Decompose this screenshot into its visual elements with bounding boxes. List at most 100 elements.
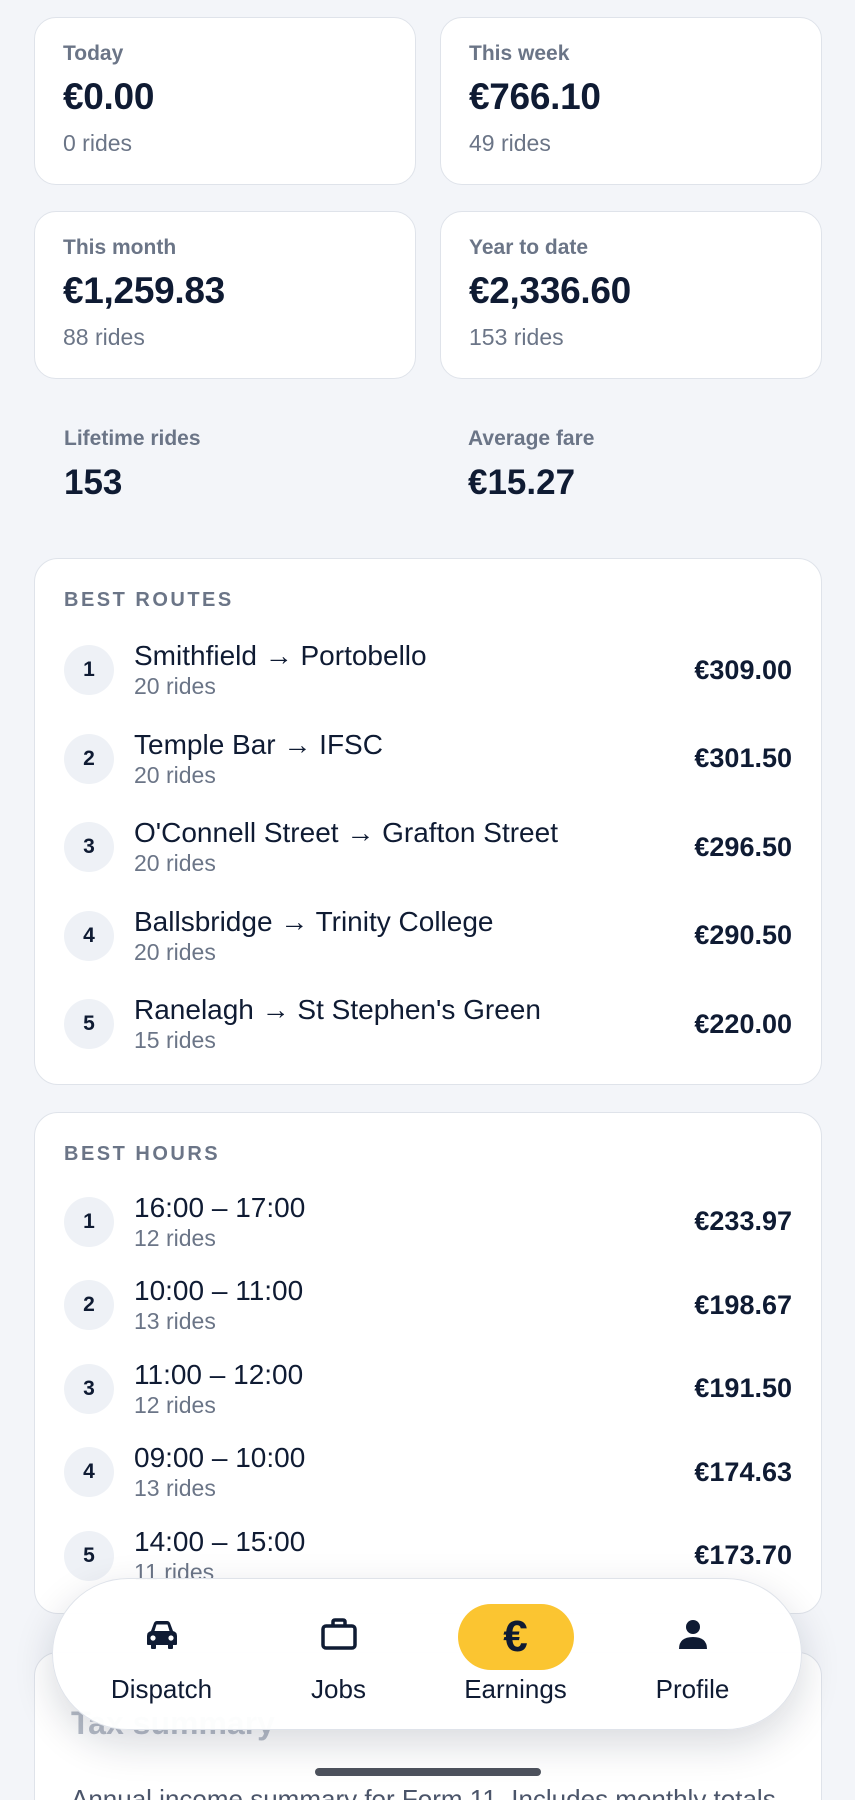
inline-value: €15.27	[468, 463, 576, 502]
stat-label: Today	[63, 42, 124, 65]
panel-title: BEST ROUTES	[64, 589, 234, 611]
stats-row-1: Today €0.00 0 rides This week €766.10 49…	[34, 17, 822, 185]
inline-stats: Lifetime rides 153 Average fare €15.27	[64, 427, 824, 503]
rank-badge: 4	[64, 910, 114, 961]
rank-rides: 13 rides	[134, 1475, 216, 1502]
route-row: 1 Smithfield → Portobello 20 rides €309.00	[64, 626, 792, 715]
rank-rides: 20 rides	[134, 673, 216, 700]
hour-row: 3 11:00 – 12:00 12 rides €191.50	[64, 1347, 792, 1431]
best-routes-list: 1 Smithfield → Portobello 20 rides €309.00 2…	[64, 626, 792, 1069]
rank-amount: €290.50	[694, 920, 792, 951]
stat-value: €766.10	[469, 76, 601, 117]
rank-rides: 13 rides	[134, 1308, 216, 1335]
best-routes-panel: BEST ROUTES 1 Smithfield → Portobello 20 r…	[34, 558, 822, 1085]
rank-badge: 3	[64, 822, 114, 873]
nav-item-jobs[interactable]: Jobs	[264, 1604, 414, 1705]
rank-title: 14:00 – 15:00	[134, 1525, 306, 1557]
stat-rides: 49 rides	[469, 130, 551, 156]
inline-label: Average fare	[468, 427, 595, 450]
rank-rides: 12 rides	[134, 1391, 216, 1418]
rank-text: 09:00 – 10:00 13 rides	[134, 1442, 694, 1502]
car-icon	[144, 1618, 180, 1655]
rank-badge: 2	[64, 733, 114, 784]
nav-label: Jobs	[311, 1673, 366, 1704]
stat-rides: 88 rides	[63, 324, 145, 350]
rank-amount: €173.70	[694, 1540, 792, 1571]
rank-badge: 1	[64, 645, 114, 696]
rank-badge: 5	[64, 999, 114, 1050]
rank-amount: €220.00	[694, 1008, 792, 1039]
panel-title: BEST HOURS	[64, 1143, 221, 1165]
rank-title: 11:00 – 12:00	[134, 1358, 304, 1390]
rank-rides: 20 rides	[134, 938, 216, 965]
stat-label: This month	[63, 236, 177, 259]
rank-title: Smithfield → Portobello	[134, 640, 427, 672]
rank-badge: 2	[64, 1280, 114, 1331]
inline-label: Lifetime rides	[64, 427, 201, 450]
rank-title: 16:00 – 17:00	[134, 1191, 306, 1223]
route-row: 4 Ballsbridge → Trinity College 20 rides €2…	[64, 892, 792, 981]
rank-badge: 1	[64, 1196, 114, 1247]
rank-title: O'Connell Street → Grafton Street	[134, 817, 558, 849]
bottom-nav: Dispatch Jobs € Earnings Profile	[52, 1578, 802, 1730]
stat-label: This week	[469, 42, 570, 65]
person-icon	[677, 1618, 709, 1655]
best-hours-panel: BEST HOURS 1 16:00 – 17:00 12 rides €233.97…	[34, 1112, 822, 1614]
stat-value: €0.00	[63, 76, 155, 117]
home-indicator	[315, 1768, 541, 1776]
rank-text: 10:00 – 11:00 13 rides	[134, 1275, 694, 1335]
rank-text: 14:00 – 15:00 11 rides	[134, 1526, 694, 1586]
best-hours-list: 1 16:00 – 17:00 12 rides €233.97 2 10:00 – 11…	[64, 1180, 792, 1598]
rank-badge: 4	[64, 1447, 114, 1498]
stat-card-this-month: This month €1,259.83 88 rides	[34, 211, 416, 379]
rank-amount: €198.67	[694, 1289, 792, 1320]
hour-row: 2 10:00 – 11:00 13 rides €198.67	[64, 1264, 792, 1348]
average-fare-stat: Average fare €15.27	[468, 427, 824, 503]
rank-title: 09:00 – 10:00	[134, 1442, 306, 1474]
lifetime-rides-stat: Lifetime rides 153	[64, 427, 468, 503]
tax-summary-description: Annual income summary for Form 11. Inclu…	[71, 1784, 776, 1800]
rank-amount: €296.50	[694, 831, 792, 862]
rank-title: Ranelagh → St Stephen's Green	[134, 994, 541, 1026]
rank-title: 10:00 – 11:00	[134, 1275, 304, 1307]
nav-item-profile[interactable]: Profile	[618, 1604, 768, 1705]
rank-amount: €301.50	[694, 743, 792, 774]
route-row: 3 O'Connell Street → Grafton Street 20 rid…	[64, 803, 792, 892]
nav-icon-wrap	[104, 1604, 220, 1670]
nav-icon-wrap	[635, 1604, 751, 1670]
stat-value: €1,259.83	[63, 270, 225, 311]
briefcase-icon	[320, 1617, 358, 1656]
rank-title: Temple Bar → IFSC	[134, 728, 383, 760]
stat-card-this-week: This week €766.10 49 rides	[440, 17, 822, 185]
stat-rides: 153 rides	[469, 324, 564, 350]
rank-text: Ballsbridge → Trinity College 20 rides	[134, 906, 694, 966]
rank-text: Ranelagh → St Stephen's Green 15 rides	[134, 994, 694, 1054]
stats-row-2: This month €1,259.83 88 rides Year to da…	[34, 211, 822, 379]
hour-row: 4 09:00 – 10:00 13 rides €174.63	[64, 1431, 792, 1515]
rank-rides: 20 rides	[134, 850, 216, 877]
nav-item-earnings[interactable]: € Earnings	[441, 1603, 591, 1705]
nav-icon-wrap	[281, 1604, 397, 1670]
rank-text: Temple Bar → IFSC 20 rides	[134, 729, 694, 789]
rank-text: O'Connell Street → Grafton Street 20 ride…	[134, 817, 694, 877]
nav-item-dispatch[interactable]: Dispatch	[87, 1604, 237, 1705]
rank-text: 16:00 – 17:00 12 rides	[134, 1192, 694, 1252]
stat-card-year-to-date: Year to date €2,336.60 153 rides	[440, 211, 822, 379]
rank-amount: €233.97	[694, 1206, 792, 1237]
rank-rides: 15 rides	[134, 1027, 216, 1054]
rank-text: 11:00 – 12:00 12 rides	[134, 1359, 694, 1419]
rank-text: Smithfield → Portobello 20 rides	[134, 640, 694, 700]
rank-title: Ballsbridge → Trinity College	[134, 905, 494, 937]
nav-label: Dispatch	[110, 1673, 213, 1704]
stat-rides: 0 rides	[63, 130, 133, 156]
inline-value: 153	[64, 463, 123, 502]
stat-value: €2,336.60	[469, 270, 631, 311]
rank-amount: €174.63	[694, 1456, 792, 1487]
stat-label: Year to date	[469, 236, 589, 259]
rank-rides: 20 rides	[134, 761, 216, 788]
rank-badge: 5	[64, 1530, 114, 1581]
rank-amount: €309.00	[694, 654, 792, 685]
nav-icon-wrap: €	[457, 1603, 574, 1670]
stat-card-today: Today €0.00 0 rides	[34, 17, 416, 185]
rank-amount: €191.50	[694, 1373, 792, 1404]
